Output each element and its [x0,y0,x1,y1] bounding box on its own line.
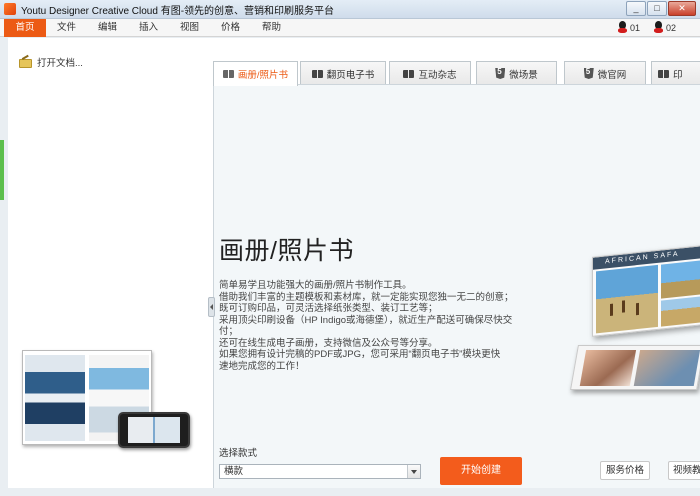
safari-photo [661,294,700,327]
style-select[interactable]: 横款 [219,464,421,479]
tab-micro-site-label: 微官网 [597,69,627,81]
tab-flipbook[interactable]: 翻页电子书 [300,61,386,85]
description-line: 借助我们丰富的主题模板和素材库，就一定能实现您独一无二的创意； [219,291,514,303]
album-left-page [25,355,85,441]
menu-help[interactable]: 帮助 [251,19,292,37]
tab-content: 画册/照片书 简单易学且功能强大的画册/照片书制作工具。 借助我们丰富的主题模板… [208,84,700,488]
left-edge-indicator [0,140,4,200]
description-line: 采用顶尖印刷设备（HP Indigo或海德堡），就近生产配送可确保尽快交 [219,314,513,326]
description-line: 还可在线生成电子画册，支持微信及公众号等分享。 [219,337,438,349]
book-icon [403,69,415,78]
menu-insert[interactable]: 插入 [128,19,169,37]
open-document-link[interactable]: 打开文档... [19,55,83,69]
safari-photo [661,258,700,299]
window-title: Youtu Designer Creative Cloud 有图-领先的创意、营… [21,5,335,17]
photo-book-hero-image: AFRICAN SAFA [570,235,700,395]
qq-support-2-label: 02 [666,22,677,33]
tab-micro-site[interactable]: 微官网 [564,61,646,85]
photo-book-cover: AFRICAN SAFA [592,243,700,337]
window-controls: _ □ ✕ [626,1,696,16]
qq-support-2[interactable]: 02 [653,21,676,34]
menu-view[interactable]: 视图 [169,19,210,37]
tab-magazine-label: 互动杂志 [418,69,457,81]
qq-support-1-label: 01 [630,22,641,33]
style-label: 选择款式 [219,448,258,459]
qq-icon [653,21,664,34]
title-bar: Youtu Designer Creative Cloud 有图-领先的创意、营… [0,0,700,19]
main-panel: 画册/照片书 翻页电子书 互动杂志 微场景 微官网 印 画册/照片书 简单易学且… [208,38,700,488]
tab-print-label: 印 [673,69,683,81]
tab-album-label: 画册/照片书 [237,70,289,81]
giraffe-silhouette [610,303,613,316]
book-icon [658,69,669,78]
description-line: 速地完成您的工作！ [219,360,305,372]
minimize-button[interactable]: _ [626,1,646,16]
maximize-button[interactable]: □ [647,1,667,16]
tab-album[interactable]: 画册/照片书 [213,61,298,86]
description-line: 简单易学且功能强大的画册/照片书制作工具。 [219,280,412,291]
html5-icon [495,68,506,79]
service-price-button[interactable]: 服务价格 [600,461,650,480]
giraffe-silhouette [636,302,639,316]
html5-icon [583,68,594,79]
menu-price[interactable]: 价格 [210,19,251,37]
tab-print[interactable]: 印 [651,61,700,85]
description-line: 如果您拥有设计完稿的PDF或JPG，您可采用“翻页电子书”模块更快 [219,349,501,360]
phone-preview-image [118,412,190,448]
open-document-label: 打开文档... [37,58,83,69]
open-photo-book [570,345,700,390]
book-icon [311,69,323,78]
tab-micro-scene[interactable]: 微场景 [476,61,557,85]
start-create-button[interactable]: 开始创建 [440,457,522,485]
giraffe-silhouette [622,300,625,313]
menu-edit[interactable]: 编辑 [87,19,128,37]
style-select-value: 横款 [224,466,244,477]
chevron-down-icon[interactable] [407,465,420,478]
app-logo-icon [4,3,16,15]
safari-photo [596,264,658,334]
close-button[interactable]: ✕ [668,1,696,16]
page-title: 画册/照片书 [219,237,354,265]
module-description: 简单易学且功能强大的画册/照片书制作工具。 借助我们丰富的主题模板和素材库，就一… [219,280,564,372]
menu-file[interactable]: 文件 [46,19,87,37]
book-icon [222,70,234,78]
tab-magazine[interactable]: 互动杂志 [389,61,471,85]
collapse-panel-handle[interactable] [208,297,215,317]
tab-flipbook-label: 翻页电子书 [326,69,375,81]
video-tutorial-button[interactable]: 视频教程 [668,461,700,480]
description-line: 付； [219,326,239,337]
qq-support-1[interactable]: 01 [617,21,640,34]
qq-icon [617,21,628,34]
tab-micro-scene-label: 微场景 [509,69,538,81]
family-photo [633,350,700,386]
family-photo [579,350,637,386]
description-line: 既可订购印品，可灵活选择纸张类型、装订工艺等； [219,303,438,314]
menu-bar: 首页 文件 编辑 插入 视图 价格 帮助 01 02 [0,18,700,37]
phone-screen [128,417,180,443]
folder-open-icon [19,57,32,68]
menu-home[interactable]: 首页 [4,18,46,37]
